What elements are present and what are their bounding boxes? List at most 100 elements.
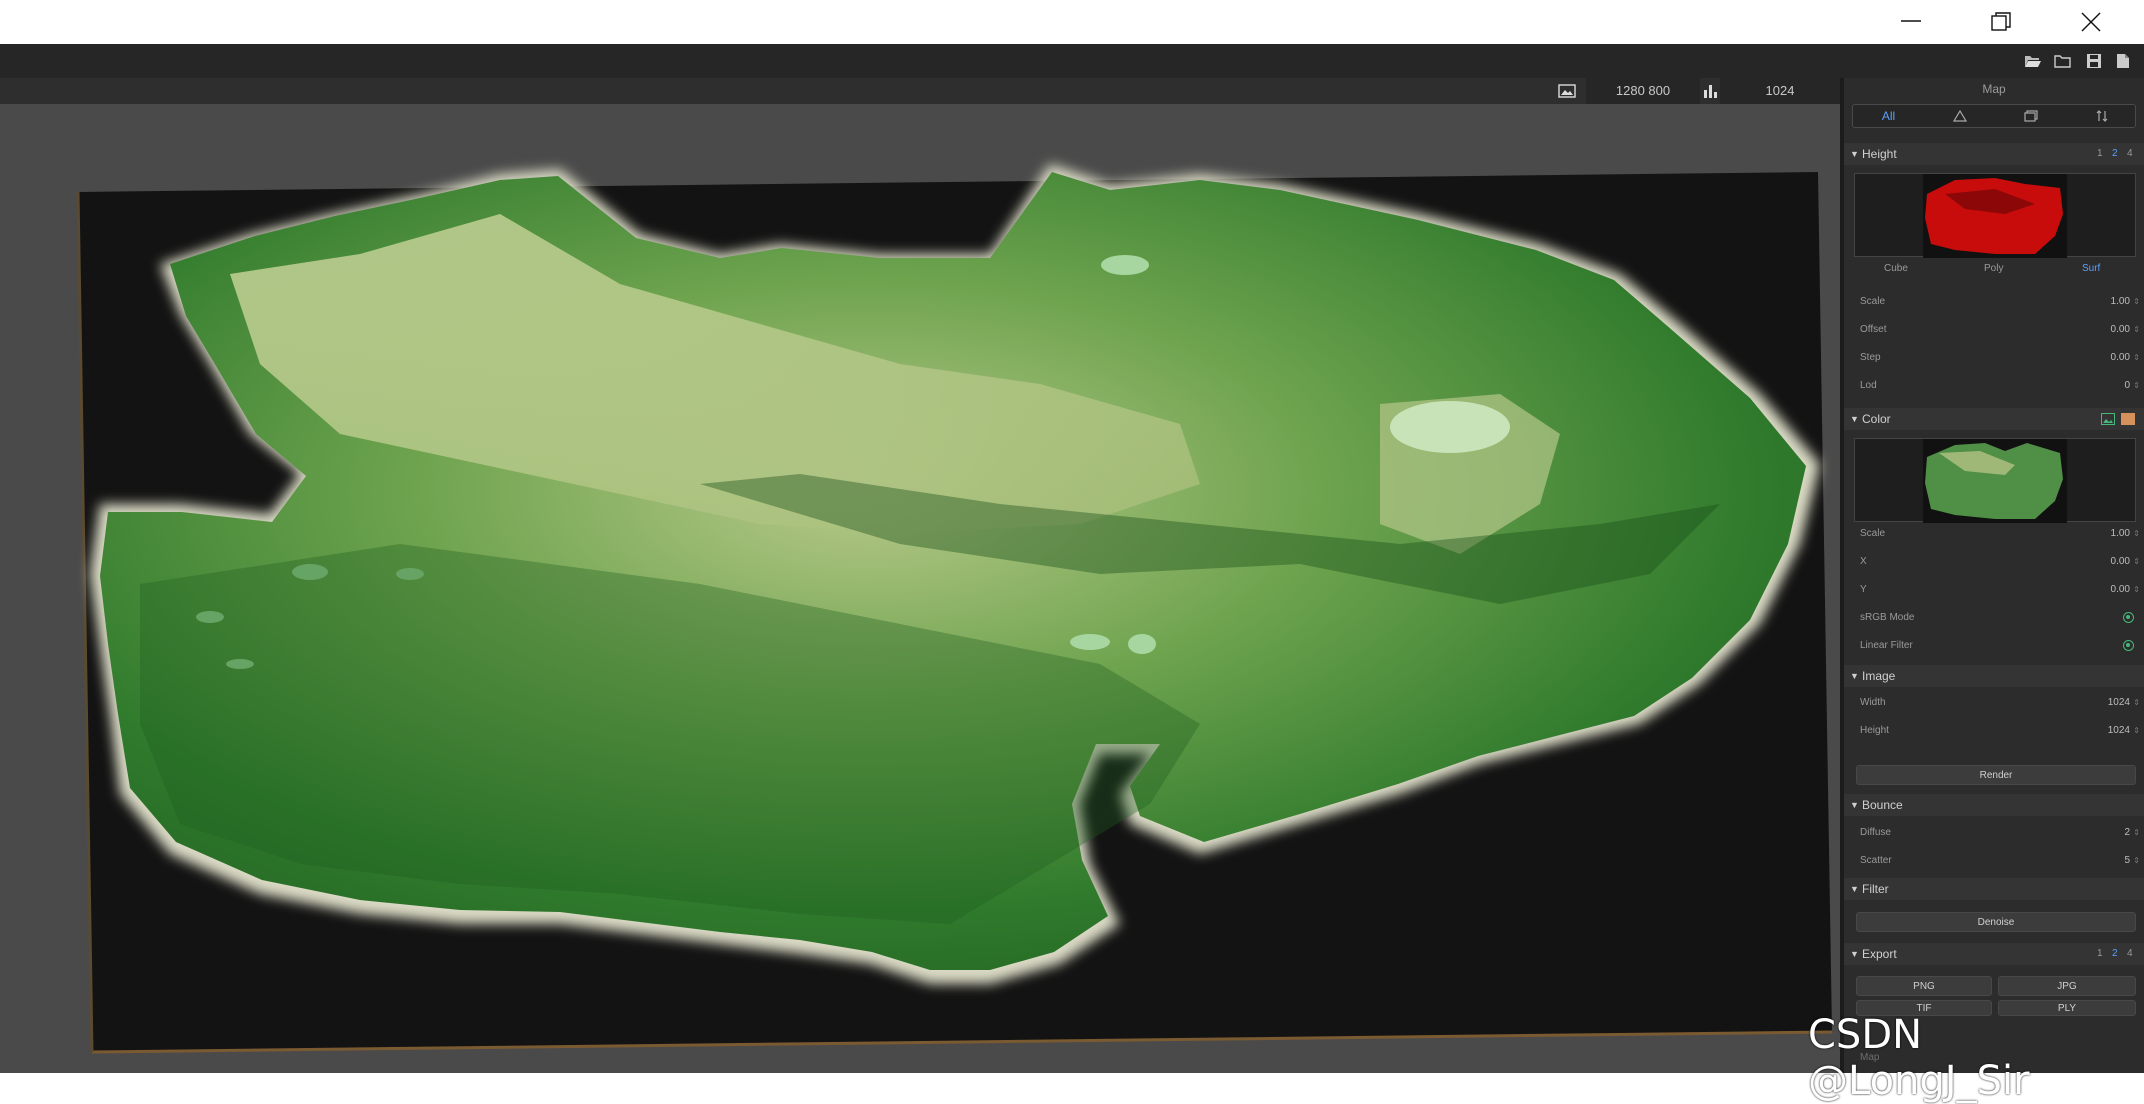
color-y-value[interactable]: 0.00 xyxy=(2111,579,2130,601)
open-file-icon[interactable] xyxy=(2024,53,2042,69)
image-size-icon[interactable] xyxy=(1552,78,1582,104)
image-width-value[interactable]: 1024 xyxy=(2108,692,2130,714)
denoise-button[interactable]: Denoise xyxy=(1856,912,2136,932)
restore-button[interactable] xyxy=(1956,0,2046,44)
close-icon xyxy=(2081,12,2101,32)
image-stack-icon xyxy=(2023,110,2038,122)
height-level-4[interactable]: 4 xyxy=(2127,148,2133,159)
row-label: Step xyxy=(1860,352,1881,363)
save-icon[interactable] xyxy=(2085,53,2103,69)
height-lod-row[interactable]: Lod 0 ⇕ xyxy=(1844,375,2144,397)
section-filter-header[interactable]: ▼ Filter xyxy=(1844,878,2144,900)
tab-export[interactable] xyxy=(2066,105,2137,127)
export-level-4[interactable]: 4 xyxy=(2127,948,2133,959)
srgb-mode-row[interactable]: sRGB Mode xyxy=(1844,607,2144,629)
section-bounce-title: Bounce xyxy=(1862,798,1903,812)
height-lod-value[interactable]: 0 xyxy=(2124,375,2130,397)
bounce-scatter-value[interactable]: 5 xyxy=(2124,850,2130,872)
color-swatch[interactable] xyxy=(2121,413,2135,425)
panel-title: Map xyxy=(1982,82,2006,96)
srgb-mode-toggle[interactable] xyxy=(2123,612,2134,623)
row-label: Height xyxy=(1860,725,1889,736)
height-scale-value[interactable]: 1.00 xyxy=(2111,291,2130,313)
color-x-value[interactable]: 0.00 xyxy=(2111,551,2130,573)
mode-cube[interactable]: Cube xyxy=(1884,263,1908,274)
spinner-icon[interactable]: ⇕ xyxy=(2133,822,2140,844)
terrain-render xyxy=(76,164,1833,1054)
height-offset-value[interactable]: 0.00 xyxy=(2111,319,2130,341)
spinner-icon[interactable]: ⇕ xyxy=(2133,720,2140,742)
lake xyxy=(1390,401,1510,453)
color-scale-value[interactable]: 1.00 xyxy=(2111,523,2130,545)
resolution-readout[interactable]: 1280 800 xyxy=(1586,78,1700,104)
bounce-diffuse-value[interactable]: 2 xyxy=(2124,822,2130,844)
height-level-2[interactable]: 2 xyxy=(2112,148,2118,159)
tab-all[interactable]: All xyxy=(1853,105,1924,127)
section-color-header[interactable]: ▼ Color xyxy=(1844,408,2144,430)
export-png-button[interactable]: PNG xyxy=(1856,976,1992,996)
minimize-icon xyxy=(1901,20,1921,22)
image-width-row[interactable]: Width 1024 ⇕ xyxy=(1844,692,2144,714)
bounce-scatter-row[interactable]: Scatter 5 ⇕ xyxy=(1844,850,2144,872)
minimize-button[interactable] xyxy=(1866,0,1956,44)
section-image-header[interactable]: ▼ Image xyxy=(1844,665,2144,687)
export-level-2[interactable]: 2 xyxy=(2112,948,2118,959)
spinner-icon[interactable]: ⇕ xyxy=(2133,291,2140,313)
render-viewport[interactable] xyxy=(0,104,1840,1073)
spinner-icon[interactable]: ⇕ xyxy=(2133,850,2140,872)
color-map-preview[interactable] xyxy=(1854,438,2136,523)
linear-filter-row[interactable]: Linear Filter xyxy=(1844,635,2144,657)
section-bounce-header[interactable]: ▼ Bounce xyxy=(1844,794,2144,816)
color-x-row[interactable]: X 0.00 ⇕ xyxy=(1844,551,2144,573)
mode-surf[interactable]: Surf xyxy=(2082,263,2100,274)
spinner-icon[interactable]: ⇕ xyxy=(2133,319,2140,341)
mode-poly[interactable]: Poly xyxy=(1984,263,2003,274)
height-level-1[interactable]: 1 xyxy=(2097,148,2103,159)
color-y-row[interactable]: Y 0.00 ⇕ xyxy=(1844,579,2144,601)
close-button[interactable] xyxy=(2046,0,2136,44)
height-step-row[interactable]: Step 0.00 ⇕ xyxy=(1844,347,2144,369)
open-folder-icon[interactable] xyxy=(2054,53,2072,69)
row-label: Linear Filter xyxy=(1860,640,1913,651)
height-map-preview[interactable] xyxy=(1854,173,2136,258)
height-offset-row[interactable]: Offset 0.00 ⇕ xyxy=(1844,319,2144,341)
spinner-icon[interactable]: ⇕ xyxy=(2133,375,2140,397)
spinner-icon[interactable]: ⇕ xyxy=(2133,692,2140,714)
section-height-title: Height xyxy=(1862,147,1897,161)
sort-arrows-icon xyxy=(2096,110,2107,122)
new-file-icon[interactable] xyxy=(2114,53,2132,69)
section-image-title: Image xyxy=(1862,669,1896,683)
bounce-diffuse-row[interactable]: Diffuse 2 ⇕ xyxy=(1844,822,2144,844)
row-label: sRGB Mode xyxy=(1860,612,1915,623)
spinner-icon[interactable]: ⇕ xyxy=(2133,347,2140,369)
tab-geometry[interactable] xyxy=(1924,105,1995,127)
samples-readout[interactable]: 1024 xyxy=(1720,78,1840,104)
export-jpg-button[interactable]: JPG xyxy=(1998,976,2136,996)
row-label: Width xyxy=(1860,697,1886,708)
image-height-value[interactable]: 1024 xyxy=(2108,720,2130,742)
height-scale-row[interactable]: Scale 1.00 ⇕ xyxy=(1844,291,2144,313)
image-mode-icon[interactable] xyxy=(2101,413,2115,425)
export-level-1[interactable]: 1 xyxy=(2097,948,2103,959)
row-label: Scale xyxy=(1860,296,1886,307)
panel-tabs: All xyxy=(1852,104,2136,128)
height-step-value[interactable]: 0.00 xyxy=(2111,347,2130,369)
row-label: Scatter xyxy=(1860,855,1892,866)
spinner-icon[interactable]: ⇕ xyxy=(2133,523,2140,545)
row-label: Y xyxy=(1860,584,1867,595)
row-label: Lod xyxy=(1860,380,1877,391)
tab-images[interactable] xyxy=(1995,105,2066,127)
watermark: CSDN @LongJ_Sir xyxy=(1808,1012,2030,1104)
viewport-statusbar: 1280 800 1024 xyxy=(0,78,1840,104)
spinner-icon[interactable]: ⇕ xyxy=(2133,579,2140,601)
linear-filter-toggle[interactable] xyxy=(2123,640,2134,651)
row-label: Scale xyxy=(1860,528,1886,539)
color-scale-row[interactable]: Scale 1.00 ⇕ xyxy=(1844,523,2144,545)
spinner-icon[interactable]: ⇕ xyxy=(2133,551,2140,573)
section-filter-title: Filter xyxy=(1862,882,1889,896)
triangle-icon xyxy=(1952,109,1967,122)
histogram-icon[interactable] xyxy=(1700,78,1720,104)
render-button[interactable]: Render xyxy=(1856,765,2136,785)
restore-icon xyxy=(1991,12,2011,31)
image-height-row[interactable]: Height 1024 ⇕ xyxy=(1844,720,2144,742)
